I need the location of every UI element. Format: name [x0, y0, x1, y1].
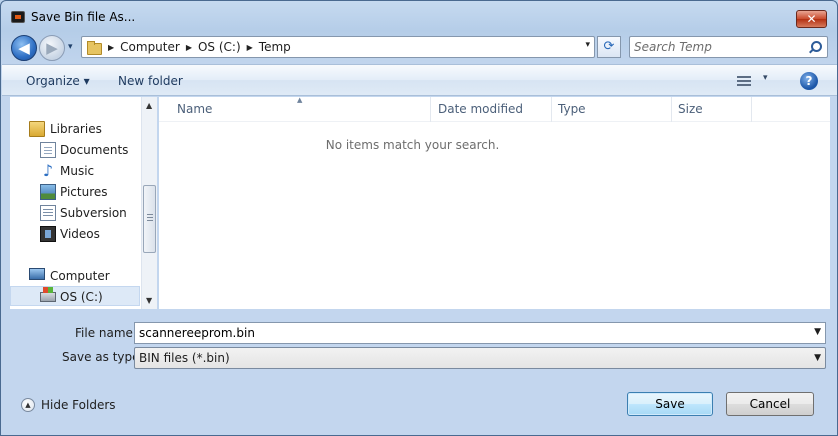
- save-as-type-label: Save as type:: [62, 350, 144, 364]
- file-list[interactable]: Name ▲ Date modified Type Size No items …: [159, 96, 830, 309]
- column-type[interactable]: Type: [552, 97, 672, 122]
- sidebar-item-label: Pictures: [60, 185, 108, 199]
- cancel-button[interactable]: Cancel: [726, 392, 814, 416]
- sidebar-item-label: Videos: [60, 227, 100, 241]
- forward-button[interactable]: ▶: [39, 35, 65, 61]
- libraries-icon: [29, 121, 45, 137]
- computer-icon: [29, 268, 45, 280]
- pictures-icon: [40, 184, 56, 200]
- sidebar-item-label: Subversion: [60, 206, 127, 220]
- sidebar-item-documents[interactable]: Documents: [10, 140, 140, 160]
- new-folder-button[interactable]: New folder: [118, 74, 183, 88]
- subversion-icon: [40, 205, 56, 221]
- search-icon[interactable]: [808, 40, 822, 54]
- music-icon: ♪: [42, 161, 54, 180]
- sidebar-item-label: OS (C:): [60, 290, 103, 304]
- breadcrumb-os-c[interactable]: OS (C:): [198, 40, 241, 54]
- chevron-right-icon[interactable]: ▶: [186, 43, 192, 52]
- save-as-type-select[interactable]: BIN files (*.bin) ▼: [134, 347, 826, 369]
- column-header: Name ▲ Date modified Type Size: [159, 96, 830, 122]
- folder-icon: [86, 40, 102, 55]
- hide-folders-label: Hide Folders: [41, 398, 116, 412]
- sidebar-scrollbar[interactable]: ▲ ▼: [141, 97, 157, 309]
- drive-icon: [40, 287, 56, 302]
- chevron-down-icon: ▾: [763, 73, 768, 83]
- search-box[interactable]: [629, 36, 828, 58]
- sidebar-item-subversion[interactable]: Subversion: [10, 203, 140, 223]
- file-name-field[interactable]: ▼: [134, 322, 826, 344]
- title-bar[interactable]: Save Bin file As... ✕: [1, 1, 837, 31]
- organize-button[interactable]: Organize ▾: [26, 74, 90, 88]
- breadcrumb-temp[interactable]: Temp: [259, 40, 291, 54]
- file-name-input[interactable]: [139, 325, 799, 341]
- scrollbar-thumb[interactable]: [143, 185, 156, 253]
- sort-ascending-icon: ▲: [297, 96, 303, 104]
- sidebar-item-videos[interactable]: Videos: [10, 224, 140, 244]
- list-view-icon: [737, 76, 751, 86]
- navigation-pane: Libraries Documents ♪ Music Pictures Sub…: [10, 97, 156, 309]
- grip-icon: [147, 214, 153, 221]
- save-as-type-value: BIN files (*.bin): [139, 351, 230, 365]
- sidebar-item-music[interactable]: ♪ Music: [10, 161, 140, 181]
- documents-icon: [40, 142, 56, 158]
- sidebar-item-label: Libraries: [50, 122, 102, 136]
- close-button[interactable]: ✕: [796, 10, 827, 28]
- column-date-modified[interactable]: Date modified: [432, 97, 552, 122]
- column-size[interactable]: Size: [672, 97, 752, 122]
- save-button[interactable]: Save: [627, 392, 713, 416]
- sidebar-item-pictures[interactable]: Pictures: [10, 182, 140, 202]
- sidebar-item-os-c[interactable]: OS (C:): [10, 286, 140, 306]
- sidebar-item-label: Documents: [60, 143, 129, 157]
- sidebar-item-label: Computer: [50, 269, 110, 283]
- sidebar-item-libraries[interactable]: Libraries: [10, 119, 140, 139]
- chevron-down-icon[interactable]: ▼: [814, 327, 821, 337]
- view-options-button[interactable]: ▾: [737, 73, 771, 89]
- empty-message: No items match your search.: [325, 138, 500, 152]
- window-title: Save Bin file As...: [31, 10, 136, 24]
- address-bar[interactable]: ▶ Computer ▶ OS (C:) ▶ Temp ▾: [81, 36, 595, 58]
- refresh-button[interactable]: ⟳: [597, 36, 621, 58]
- chevron-right-icon[interactable]: ▶: [108, 43, 114, 52]
- toolbar: Organize ▾ New folder ▾ ?: [2, 64, 837, 96]
- chevron-down-icon: ▼: [814, 353, 821, 363]
- recent-pages-dropdown[interactable]: ▾: [68, 42, 78, 52]
- app-icon: [11, 11, 25, 23]
- address-dropdown-icon[interactable]: ▾: [585, 40, 590, 50]
- chevron-up-icon: ▲: [21, 398, 35, 412]
- scroll-down-icon[interactable]: ▼: [146, 296, 152, 305]
- breadcrumb-computer[interactable]: Computer: [120, 40, 180, 54]
- videos-icon: [40, 226, 56, 242]
- breadcrumb: ▶ Computer ▶ OS (C:) ▶ Temp: [108, 40, 291, 54]
- search-input[interactable]: [634, 39, 802, 55]
- sidebar-item-label: Music: [60, 164, 95, 178]
- help-icon[interactable]: ?: [800, 72, 818, 90]
- back-button[interactable]: ◀: [11, 35, 37, 61]
- hide-folders-button[interactable]: ▲ Hide Folders: [21, 398, 116, 412]
- file-name-label: File name:: [75, 326, 137, 340]
- scroll-up-icon[interactable]: ▲: [146, 101, 152, 110]
- save-dialog: Save Bin file As... ✕ ◀ ▶ ▾ ▶ Computer ▶…: [0, 0, 838, 436]
- sidebar-item-computer[interactable]: Computer: [10, 266, 140, 286]
- chevron-right-icon[interactable]: ▶: [247, 43, 253, 52]
